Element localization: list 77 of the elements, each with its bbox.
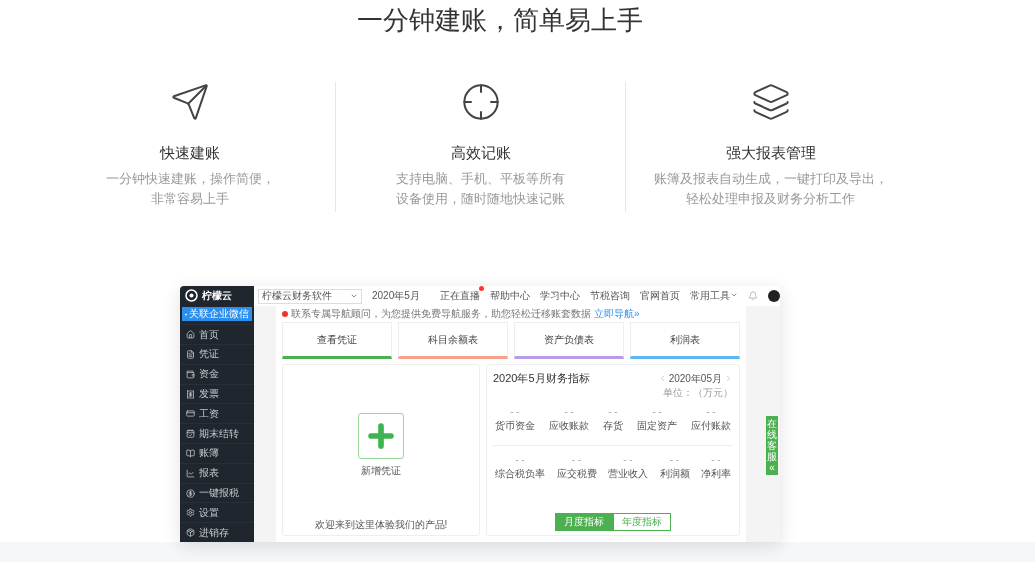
- chart-icon: [186, 468, 195, 478]
- sidebar-item[interactable]: 资金: [180, 363, 254, 384]
- feature-title: 快速建账: [160, 144, 220, 163]
- unit-label: 单位：（万元）: [663, 386, 733, 400]
- document-icon: [186, 349, 195, 359]
- headline: 一分钟建账，简单易上手: [356, 4, 644, 36]
- period-value: 2020年05月: [668, 371, 722, 386]
- bell-icon[interactable]: [747, 291, 758, 301]
- tools-menu[interactable]: 常用工具: [689, 289, 738, 303]
- chevron-down-icon: [350, 292, 358, 300]
- feature-description: 支持电脑、手机、平板等所有 设备使用，随时随地快速记账: [396, 170, 565, 208]
- calendar-icon: [186, 429, 195, 439]
- metric-value: - -: [711, 454, 721, 465]
- paper-plane-icon: [170, 82, 210, 122]
- quick-card[interactable]: 查看凭证: [282, 322, 392, 359]
- sidebar-item[interactable]: 设置: [180, 502, 254, 523]
- metric-value: - -: [571, 454, 582, 465]
- book-icon: [186, 448, 195, 458]
- metric-label: 营业收入: [608, 467, 648, 481]
- metric-label: 应收账款: [549, 419, 589, 433]
- metric-value: - -: [510, 406, 520, 417]
- notice-text: 联系专属导航顾问，为您提供免费导航服务，助您轻松迁移账套数据: [291, 307, 591, 321]
- quick-card[interactable]: 资产负债表: [514, 322, 624, 359]
- chevron-down-icon: [729, 291, 738, 299]
- metric-value: - -: [515, 454, 525, 465]
- sidebar-item[interactable]: 一键报税: [180, 482, 254, 503]
- new-voucher-label: 新增凭证: [361, 464, 401, 478]
- sidebar-item[interactable]: 凭证: [180, 344, 254, 364]
- top-link[interactable]: 学习中心: [539, 289, 580, 303]
- sidebar-item[interactable]: 首页: [180, 324, 254, 345]
- top-link[interactable]: 帮助中心: [489, 289, 530, 303]
- logo-icon: [185, 289, 198, 303]
- sidebar-item[interactable]: 期末结转: [180, 423, 254, 444]
- welcome-text: 欢迎来到这里体验我们的产品!: [314, 518, 448, 532]
- metric-value: - -: [564, 406, 574, 417]
- brand-name: 柠檬云: [202, 288, 232, 303]
- quick-card[interactable]: 利润表: [630, 322, 740, 359]
- metric-label: 应交税费: [556, 467, 597, 481]
- quick-card[interactable]: 科目余额表: [398, 322, 508, 359]
- top-link[interactable]: 正在直播: [439, 289, 480, 303]
- sidebar-item[interactable]: 工资: [180, 403, 254, 424]
- indicators-title: 2020年5月财务指标: [493, 371, 590, 386]
- metric-label: 货币资金: [495, 419, 535, 433]
- sidebar-item[interactable]: 发票: [180, 383, 254, 404]
- next-icon[interactable]: [724, 374, 733, 383]
- account-select[interactable]: 柠檬云财务软件: [258, 288, 362, 304]
- metric-value: - -: [706, 406, 716, 417]
- feature-title: 强大报表管理: [725, 144, 816, 163]
- metric-label: 净利率: [701, 467, 731, 481]
- avatar[interactable]: [767, 290, 780, 302]
- settings-icon: [186, 508, 195, 518]
- feature-title: 高效记账: [450, 144, 511, 163]
- card-icon: [186, 409, 195, 419]
- add-button[interactable]: [358, 413, 404, 459]
- coin-icon: [186, 488, 195, 498]
- layers-icon: [750, 82, 791, 122]
- metric-value: - -: [669, 454, 680, 465]
- home-icon: [186, 330, 195, 340]
- period-label: 2020年5月: [372, 289, 420, 303]
- sidebar-item[interactable]: 报表: [180, 462, 254, 483]
- metric-value: - -: [652, 406, 662, 417]
- metric-value: - -: [608, 406, 618, 417]
- receipt-icon: [186, 389, 195, 399]
- metric-label: 固定资产: [637, 419, 677, 433]
- metric-value: - -: [623, 454, 633, 465]
- metric-label: 应付账款: [691, 419, 731, 433]
- metric-label: 利润额: [659, 467, 690, 481]
- box-icon: [186, 528, 195, 538]
- top-link[interactable]: 节税咨询: [589, 289, 630, 303]
- notice-link[interactable]: 立即导航»: [594, 307, 640, 321]
- top-link[interactable]: 官网首页: [639, 289, 680, 303]
- sidebar-item[interactable]: 账簿: [180, 443, 254, 463]
- alert-icon: [282, 311, 288, 317]
- metric-label: 存货: [603, 419, 623, 433]
- wallet-icon: [186, 369, 195, 379]
- crosshair-icon: [460, 82, 501, 122]
- metric-label: 综合税负率: [495, 467, 545, 481]
